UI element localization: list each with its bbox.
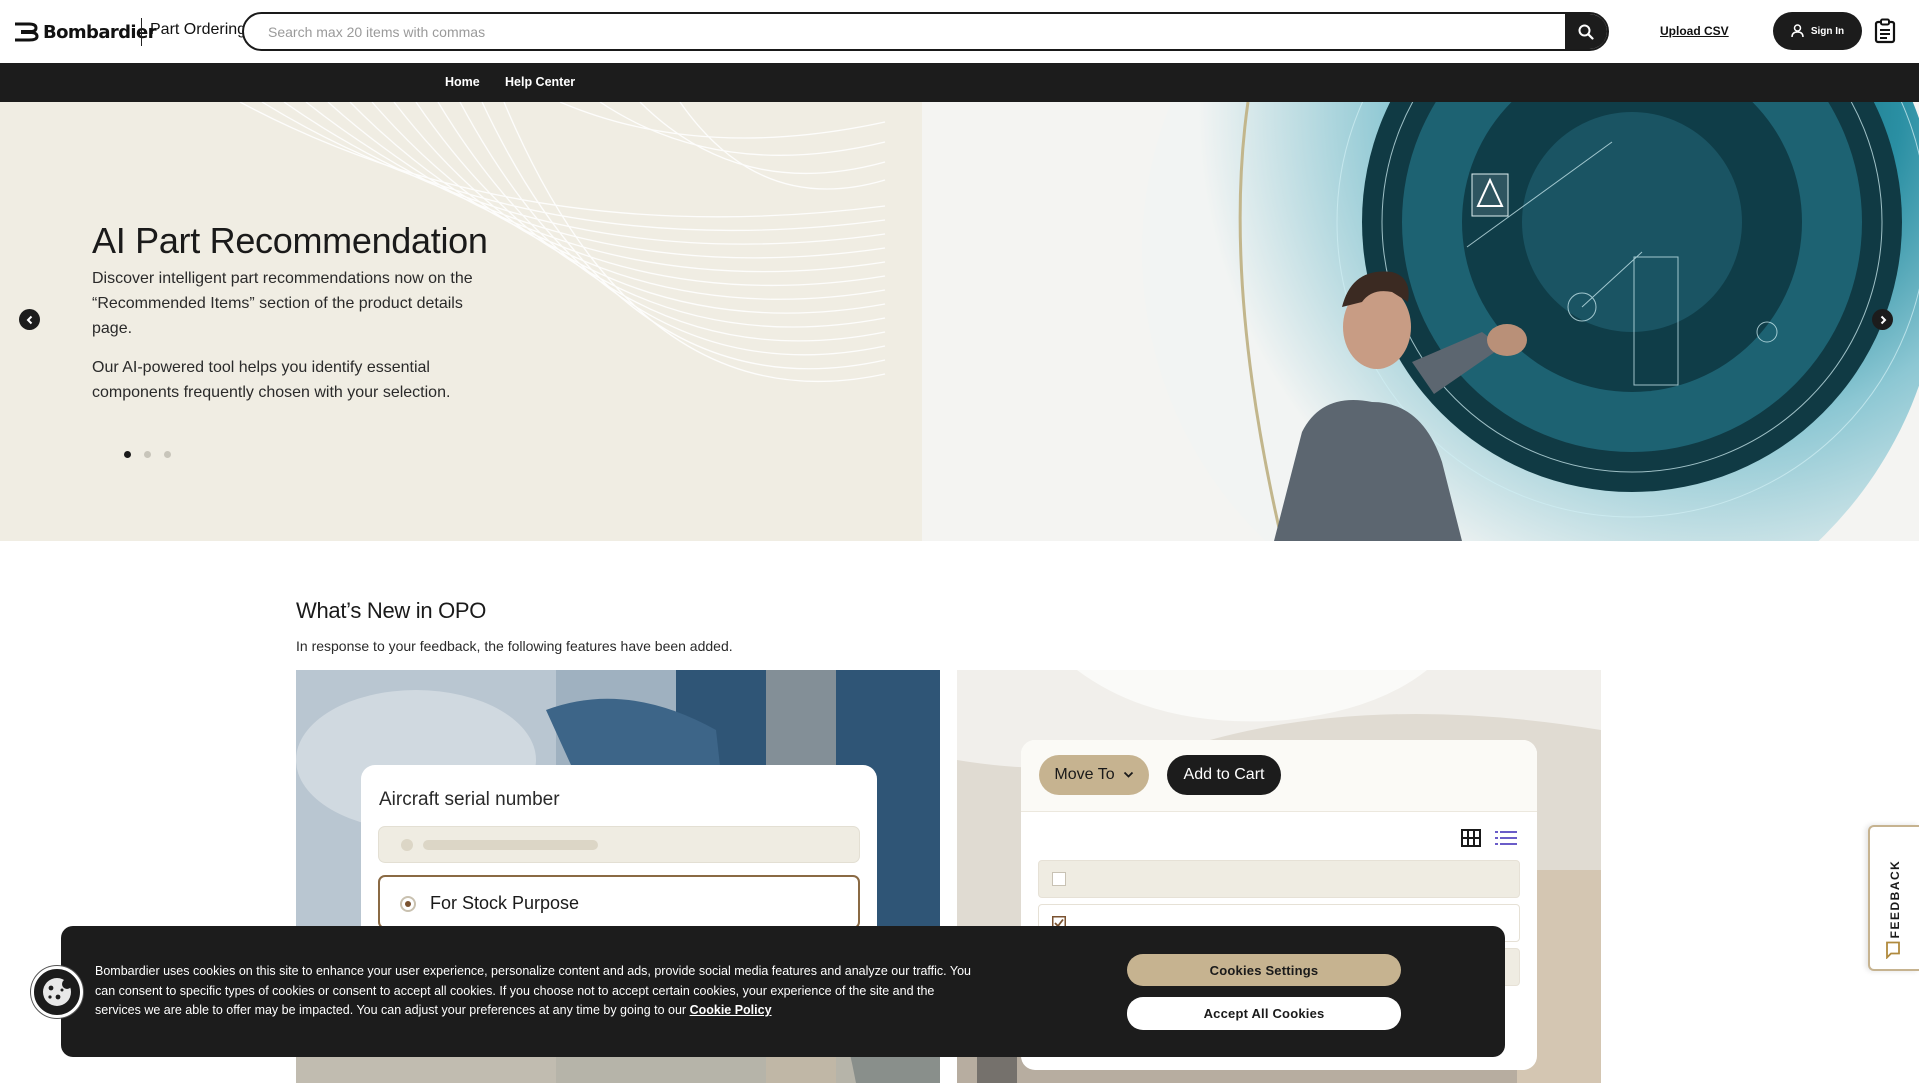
checkbox-icon	[1052, 872, 1066, 886]
cookie-consent-banner: Bombardier uses cookies on this site to …	[61, 926, 1505, 1057]
feedback-tab[interactable]: FEEDBACK	[1868, 825, 1919, 971]
feedback-label: FEEDBACK	[1888, 859, 1902, 939]
sign-in-button[interactable]: Sign In	[1773, 12, 1862, 50]
carousel-dot-3[interactable]	[164, 451, 171, 458]
hero-description-1: Discover intelligent part recommendation…	[92, 270, 473, 337]
move-to-label: Move To	[1054, 766, 1115, 783]
serial-number-field-placeholder	[378, 826, 860, 863]
main-nav: Home Help Center	[0, 63, 1919, 102]
bombardier-logo-mark-icon	[15, 22, 39, 42]
hero-carousel: AI Part Recommendation Discover intellig…	[0, 102, 1919, 541]
whats-new-subtitle: In response to your feedback, the follow…	[296, 638, 733, 654]
carousel-prev-button[interactable]	[19, 309, 40, 330]
feedback-icon	[1886, 941, 1900, 959]
skeleton-dot	[401, 839, 413, 851]
carousel-dot-2[interactable]	[144, 451, 151, 458]
skeleton-bar	[423, 840, 598, 850]
cookie-policy-link[interactable]: Cookie Policy	[690, 1003, 772, 1017]
search-icon	[1578, 24, 1594, 40]
cookie-consent-message: Bombardier uses cookies on this site to …	[95, 964, 971, 1017]
user-icon	[1791, 24, 1804, 38]
nav-item-help-center[interactable]: Help Center	[505, 75, 575, 89]
cookie-icon	[43, 978, 72, 1006]
site-header: Bombardier Part Ordering Upload CSV Sign…	[0, 0, 1919, 63]
hero-description-2: Our AI-powered tool helps you identify e…	[92, 359, 451, 401]
carousel-dot-1[interactable]	[124, 451, 131, 458]
chevron-left-icon	[26, 315, 32, 324]
carousel-next-button[interactable]	[1872, 309, 1893, 330]
carousel-indicators	[124, 451, 171, 458]
brand-name: Bombardier	[43, 21, 156, 43]
sign-in-label: Sign In	[1810, 25, 1845, 37]
grid-view-icon	[1461, 829, 1481, 847]
radio-selected-icon	[400, 896, 416, 912]
cookie-preferences-button[interactable]	[31, 966, 83, 1018]
move-to-button: Move To	[1039, 755, 1149, 795]
stock-purpose-option: For Stock Purpose	[378, 875, 860, 929]
brand-divider	[141, 18, 142, 46]
cart-actions-toolbar: Move To Add to Cart	[1021, 740, 1537, 812]
hero-image-technician-engine	[922, 102, 1919, 541]
search-button[interactable]	[1565, 14, 1607, 49]
upload-csv-link[interactable]: Upload CSV	[1660, 24, 1729, 38]
add-to-cart-button: Add to Cart	[1167, 755, 1281, 795]
search-input[interactable]	[244, 14, 1566, 49]
cookies-settings-button[interactable]: Cookies Settings	[1127, 954, 1401, 986]
list-view-icon	[1495, 831, 1517, 845]
brand-subtitle: Part Ordering	[150, 21, 247, 38]
bombardier-logo[interactable]: Bombardier	[13, 18, 156, 46]
cart-row-1	[1038, 860, 1520, 898]
chevron-down-icon	[1123, 771, 1133, 778]
clipboard-icon[interactable]	[1874, 18, 1896, 44]
hero-title: AI Part Recommendation	[92, 220, 488, 261]
chevron-right-icon	[1880, 315, 1886, 324]
serial-number-panel-title: Aircraft serial number	[379, 789, 560, 810]
accept-all-cookies-button[interactable]: Accept All Cookies	[1127, 997, 1401, 1030]
nav-item-home[interactable]: Home	[445, 75, 480, 89]
cookie-consent-text: Bombardier uses cookies on this site to …	[95, 962, 975, 1021]
search-bar	[242, 12, 1609, 51]
whats-new-title: What’s New in OPO	[296, 598, 487, 623]
stock-purpose-label: For Stock Purpose	[430, 893, 580, 913]
